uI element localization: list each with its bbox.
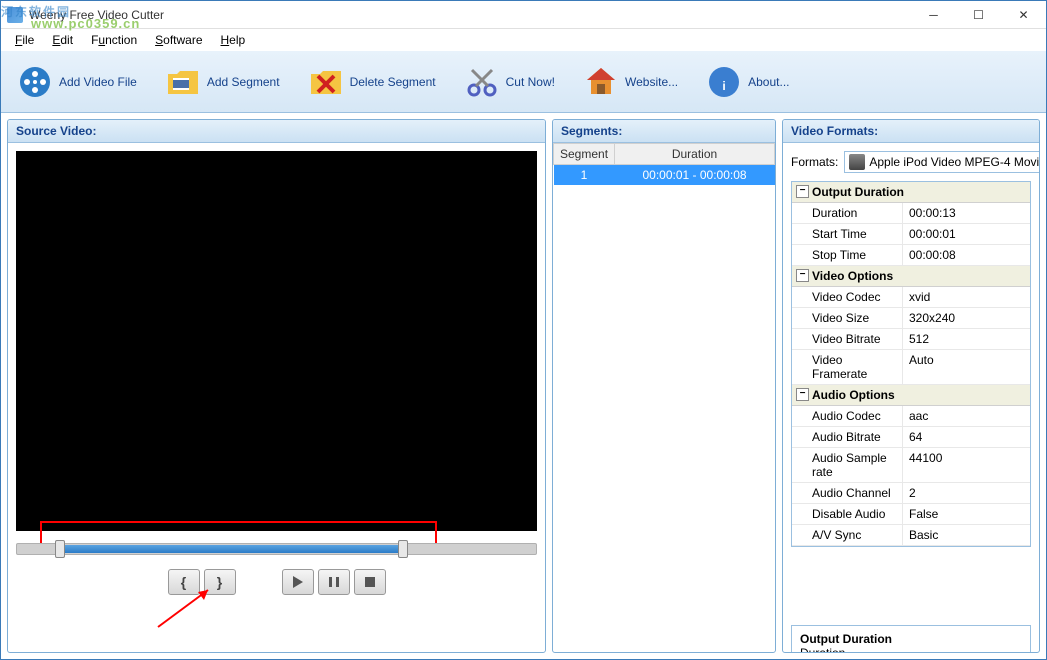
device-icon: [849, 154, 865, 170]
property-row[interactable]: Video FramerateAuto: [792, 350, 1030, 385]
maximize-button[interactable]: ☐: [956, 1, 1001, 29]
video-formats-panel: Video Formats: Formats: Apple iPod Video…: [782, 119, 1040, 653]
pause-button[interactable]: [318, 569, 350, 595]
segments-col-duration[interactable]: Duration: [615, 144, 775, 165]
property-row[interactable]: Video Codecxvid: [792, 287, 1030, 308]
play-button[interactable]: [282, 569, 314, 595]
menu-function[interactable]: Function: [83, 31, 145, 49]
property-row[interactable]: Disable AudioFalse: [792, 504, 1030, 525]
property-row[interactable]: Audio Channel2: [792, 483, 1030, 504]
property-category[interactable]: Output Duration: [792, 182, 1030, 203]
formats-panel-header: Video Formats:: [783, 120, 1039, 143]
property-row[interactable]: Duration00:00:13: [792, 203, 1030, 224]
property-description: Output Duration Duration: [791, 625, 1031, 652]
minimize-button[interactable]: ─: [911, 1, 956, 29]
timeline-range: [57, 545, 406, 553]
property-row[interactable]: Stop Time00:00:08: [792, 245, 1030, 266]
svg-text:i: i: [722, 79, 725, 93]
source-video-panel: Source Video: { }: [7, 119, 546, 653]
toolbar: Add Video File Add Segment Delete Segmen…: [1, 51, 1046, 113]
film-reel-icon: [17, 64, 53, 100]
property-row[interactable]: Audio Sample rate44100: [792, 448, 1030, 483]
menu-file[interactable]: File: [7, 31, 42, 49]
mark-in-button[interactable]: {: [168, 569, 200, 595]
info-icon: i: [706, 64, 742, 100]
segment-row[interactable]: 100:00:01 - 00:00:08: [554, 165, 775, 186]
property-category[interactable]: Audio Options: [792, 385, 1030, 406]
timeline-slider[interactable]: [16, 543, 537, 555]
stop-button[interactable]: [354, 569, 386, 595]
add-video-button[interactable]: Add Video File: [9, 60, 145, 104]
segments-table: Segment Duration 100:00:01 - 00:00:08: [553, 143, 775, 185]
app-icon: [7, 7, 23, 23]
menu-help[interactable]: Help: [213, 31, 254, 49]
format-dropdown[interactable]: Apple iPod Video MPEG-4 Movie (: [844, 151, 1039, 173]
scissors-icon: [464, 64, 500, 100]
cut-now-button[interactable]: Cut Now!: [456, 60, 563, 104]
property-row[interactable]: A/V SyncBasic: [792, 525, 1030, 546]
about-button[interactable]: i About...: [698, 60, 797, 104]
menu-software[interactable]: Software: [147, 31, 210, 49]
delete-segment-button[interactable]: Delete Segment: [300, 60, 444, 104]
close-button[interactable]: ✕: [1001, 1, 1046, 29]
menubar: File Edit Function Software Help: [1, 29, 1046, 51]
website-button[interactable]: Website...: [575, 60, 686, 104]
source-panel-header: Source Video:: [8, 120, 545, 143]
property-row[interactable]: Audio Codecaac: [792, 406, 1030, 427]
segments-col-segment[interactable]: Segment: [554, 144, 615, 165]
video-preview[interactable]: [16, 151, 537, 531]
mark-out-button[interactable]: }: [204, 569, 236, 595]
property-row[interactable]: Audio Bitrate64: [792, 427, 1030, 448]
property-grid: Output DurationDuration00:00:13Start Tim…: [791, 181, 1031, 547]
formats-label: Formats:: [791, 155, 838, 169]
property-row[interactable]: Start Time00:00:01: [792, 224, 1030, 245]
property-row[interactable]: Video Size320x240: [792, 308, 1030, 329]
playback-controls: { }: [16, 569, 537, 595]
timeline-start-handle[interactable]: [55, 540, 65, 558]
segments-panel-header: Segments:: [553, 120, 775, 143]
segments-panel: Segments: Segment Duration 100:00:01 - 0…: [552, 119, 776, 653]
folder-film-icon: [165, 64, 201, 100]
property-row[interactable]: Video Bitrate512: [792, 329, 1030, 350]
property-category[interactable]: Video Options: [792, 266, 1030, 287]
timeline-end-handle[interactable]: [398, 540, 408, 558]
window-title: Weeny Free Video Cutter: [29, 8, 911, 22]
add-segment-button[interactable]: Add Segment: [157, 60, 288, 104]
home-icon: [583, 64, 619, 100]
folder-delete-icon: [308, 64, 344, 100]
titlebar: Weeny Free Video Cutter ─ ☐ ✕: [1, 1, 1046, 29]
menu-edit[interactable]: Edit: [44, 31, 81, 49]
